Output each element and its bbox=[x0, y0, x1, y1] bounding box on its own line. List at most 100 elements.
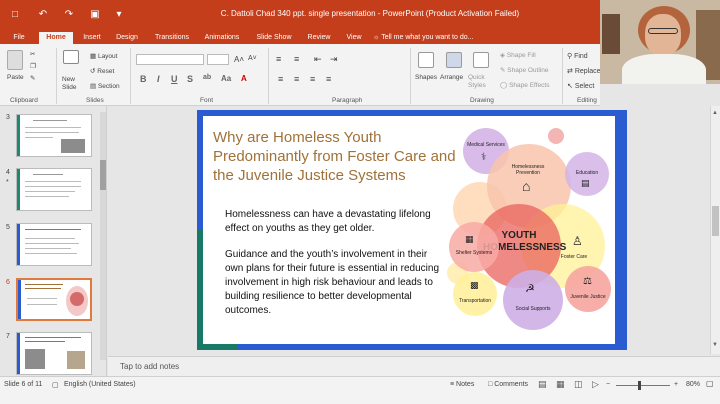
align-left-icon[interactable]: ≡ bbox=[278, 74, 283, 84]
slide-thumbnail-6[interactable] bbox=[16, 278, 92, 321]
notes-placeholder[interactable]: Tap to add notes bbox=[120, 362, 179, 371]
normal-view-icon[interactable]: ▤ bbox=[538, 379, 547, 390]
tab-animations[interactable]: Animations bbox=[200, 32, 244, 44]
slide-paragraph-1[interactable]: Homelessness can have a devastating life… bbox=[225, 208, 445, 236]
cut-icon[interactable]: ✂ bbox=[30, 50, 35, 58]
thumb-photo bbox=[25, 349, 45, 369]
paste-button[interactable]: Paste bbox=[7, 74, 24, 81]
layout-button[interactable]: ▦ Layout bbox=[90, 52, 117, 60]
bullets-icon[interactable]: ≡ bbox=[276, 54, 281, 64]
tab-view[interactable]: View bbox=[342, 32, 366, 44]
reading-view-icon[interactable]: ◫ bbox=[574, 379, 583, 390]
thumb-line bbox=[25, 248, 71, 249]
thumb-line bbox=[25, 127, 81, 128]
shape-outline-button[interactable]: ✎ Shape Outline bbox=[500, 66, 548, 74]
increase-indent-icon[interactable]: ⇥ bbox=[330, 54, 338, 65]
copy-icon[interactable]: ❐ bbox=[30, 62, 36, 70]
node-label: Education bbox=[575, 170, 599, 176]
zoom-slider[interactable] bbox=[616, 385, 670, 386]
thumb-number: 5 bbox=[6, 224, 10, 231]
slide-thumbnail-5[interactable] bbox=[16, 223, 92, 266]
scroll-up-icon[interactable]: ▲ bbox=[712, 110, 718, 116]
canvas-vertical-scrollbar[interactable]: ▲ ▼ bbox=[710, 106, 720, 354]
numbering-icon[interactable]: ≡ bbox=[294, 54, 299, 64]
ribbon-separator bbox=[410, 48, 411, 104]
quick-styles-button[interactable]: Quick Styles bbox=[468, 74, 494, 90]
tab-transitions[interactable]: Transitions bbox=[150, 32, 194, 44]
thumb-photo bbox=[61, 139, 85, 153]
quick-access-menu-icon[interactable]: ▾ bbox=[112, 8, 126, 22]
underline-button[interactable]: U bbox=[171, 74, 178, 84]
change-case-button[interactable]: Aa bbox=[221, 74, 231, 83]
zoom-in-icon[interactable]: + bbox=[674, 381, 678, 388]
zoom-slider-handle[interactable] bbox=[638, 381, 641, 390]
thumb-line bbox=[33, 174, 63, 175]
zoom-out-icon[interactable]: − bbox=[606, 381, 610, 388]
present-icon[interactable]: ▣ bbox=[88, 8, 102, 22]
language-indicator[interactable]: English (United States) bbox=[64, 381, 136, 388]
justify-icon[interactable]: ≡ bbox=[326, 74, 331, 84]
slide-sorter-icon[interactable]: ▦ bbox=[556, 379, 565, 390]
new-slide-icon bbox=[63, 50, 79, 64]
slideshow-view-icon[interactable]: ▷ bbox=[592, 379, 599, 390]
tab-home[interactable]: Home bbox=[39, 32, 73, 44]
font-size-box[interactable] bbox=[207, 54, 229, 65]
redo-icon[interactable]: ↷ bbox=[62, 8, 76, 22]
font-name-box[interactable] bbox=[136, 54, 204, 65]
notes-pane[interactable]: Tap to add notes bbox=[108, 356, 720, 376]
tab-design[interactable]: Design bbox=[112, 32, 142, 44]
paint-bucket-icon: ◈ bbox=[500, 52, 507, 59]
tab-insert[interactable]: Insert bbox=[78, 32, 106, 44]
scroll-down-icon[interactable]: ▼ bbox=[712, 342, 718, 348]
slide-canvas[interactable]: Why are Homeless Youth Predominantly fro… bbox=[197, 110, 627, 350]
replace-icon: ⇄ bbox=[567, 68, 575, 75]
shape-effects-button[interactable]: ◯ Shape Effects bbox=[500, 81, 549, 89]
tab-review[interactable]: Review bbox=[304, 32, 334, 44]
align-center-icon[interactable]: ≡ bbox=[294, 74, 299, 84]
align-right-icon[interactable]: ≡ bbox=[310, 74, 315, 84]
spellcheck-icon[interactable]: ▢ bbox=[52, 381, 59, 389]
slide-thumbnail-7[interactable] bbox=[16, 332, 92, 375]
tab-file[interactable]: File bbox=[8, 32, 30, 44]
tell-me-search[interactable]: ☼ Tell me what you want to do... bbox=[373, 32, 473, 44]
fit-slide-icon[interactable]: ▢ bbox=[706, 379, 714, 388]
thumb-line bbox=[27, 298, 57, 299]
tab-slide-show[interactable]: Slide Show bbox=[252, 32, 296, 44]
save-icon[interactable]: □ bbox=[8, 8, 22, 22]
slide-thumbnail-4[interactable] bbox=[16, 168, 92, 211]
bed-icon: ▦ bbox=[465, 234, 474, 244]
thumb-line bbox=[25, 243, 79, 244]
arrange-button[interactable]: Arrange bbox=[440, 74, 463, 81]
new-slide-button[interactable]: New Slide bbox=[62, 76, 84, 92]
zoom-level[interactable]: 80% bbox=[686, 381, 700, 388]
slide-thumbnail-3[interactable] bbox=[16, 114, 92, 157]
slide-title[interactable]: Why are Homeless Youth Predominantly fro… bbox=[213, 128, 463, 185]
bold-button[interactable]: B bbox=[140, 74, 147, 84]
person-face bbox=[645, 14, 681, 56]
grow-font-icon[interactable]: A˄ bbox=[234, 55, 244, 64]
thumbnail-scrollbar-thumb[interactable] bbox=[100, 160, 106, 190]
strikethrough-button[interactable]: S bbox=[187, 74, 193, 84]
reset-button[interactable]: ↺ Reset bbox=[90, 67, 114, 75]
font-color-button[interactable]: A bbox=[241, 74, 247, 83]
shapes-button[interactable]: Shapes bbox=[415, 74, 437, 81]
youth-homelessness-diagram[interactable]: Medical Services ⚕ Homelessness Preventi… bbox=[447, 122, 613, 334]
format-painter-icon[interactable]: ✎ bbox=[30, 74, 35, 82]
italic-button[interactable]: I bbox=[157, 74, 160, 84]
replace-button[interactable]: ⇄ Replace bbox=[567, 67, 601, 75]
character-spacing-button[interactable]: ab bbox=[203, 74, 211, 81]
select-button[interactable]: ↖ Select bbox=[567, 82, 594, 90]
slide-thumbnail-pane[interactable]: 3 4 * 5 6 7 bbox=[0, 106, 107, 376]
thumbnail-scrollbar[interactable] bbox=[100, 112, 106, 360]
notes-button[interactable]: ≡ Notes bbox=[450, 381, 474, 388]
ribbon-separator bbox=[268, 48, 269, 104]
comments-button[interactable]: □ Comments bbox=[488, 381, 528, 388]
section-button[interactable]: ▤ Section bbox=[90, 82, 120, 90]
slide-paragraph-2[interactable]: Guidance and the youth’s involvement in … bbox=[225, 248, 445, 318]
shape-fill-button[interactable]: ◈ Shape Fill bbox=[500, 51, 536, 59]
undo-icon[interactable]: ↶ bbox=[36, 8, 50, 22]
decrease-indent-icon[interactable]: ⇤ bbox=[314, 54, 322, 65]
find-button[interactable]: ⚲ Find bbox=[567, 52, 588, 60]
canvas-scrollbar-thumb[interactable] bbox=[712, 206, 719, 236]
shrink-font-icon[interactable]: A˅ bbox=[248, 55, 257, 62]
